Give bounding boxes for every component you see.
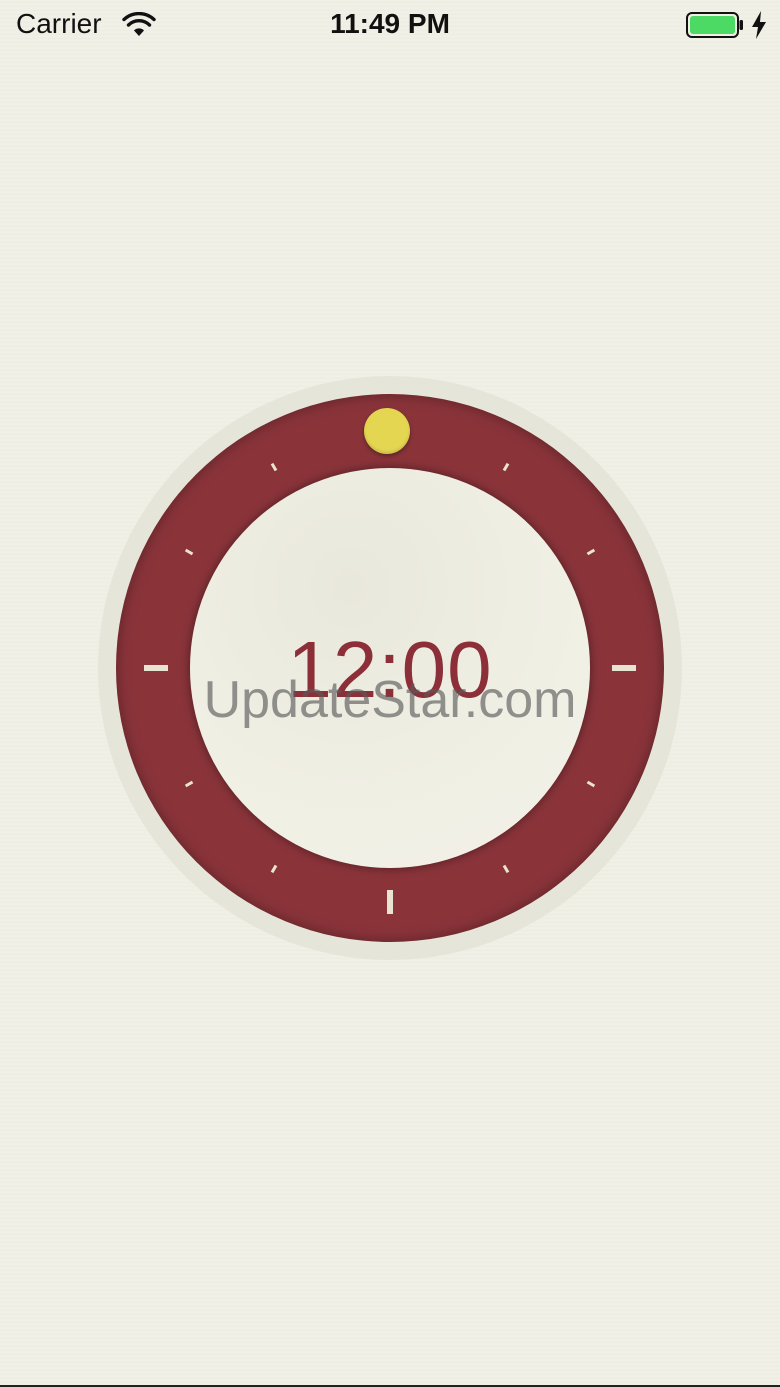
watermark-text: UpdateStar.com <box>203 671 577 729</box>
timer-dial[interactable]: 12:00 <box>98 376 682 960</box>
dial-minor-tick <box>586 548 596 556</box>
dial-minor-tick <box>184 780 194 788</box>
dial-minor-tick <box>502 462 510 472</box>
dial-minor-tick <box>502 864 510 874</box>
dial-minor-tick <box>270 462 278 472</box>
status-time: 11:49 PM <box>330 8 450 39</box>
dial-minor-tick <box>586 780 596 788</box>
dial-drag-handle[interactable] <box>364 408 410 454</box>
charging-bolt-icon <box>752 11 766 39</box>
battery-icon <box>686 12 743 38</box>
status-bar: Carrier 11:49 PM <box>0 0 780 52</box>
dial-minor-tick <box>184 548 194 556</box>
dial-minor-tick <box>270 864 278 874</box>
